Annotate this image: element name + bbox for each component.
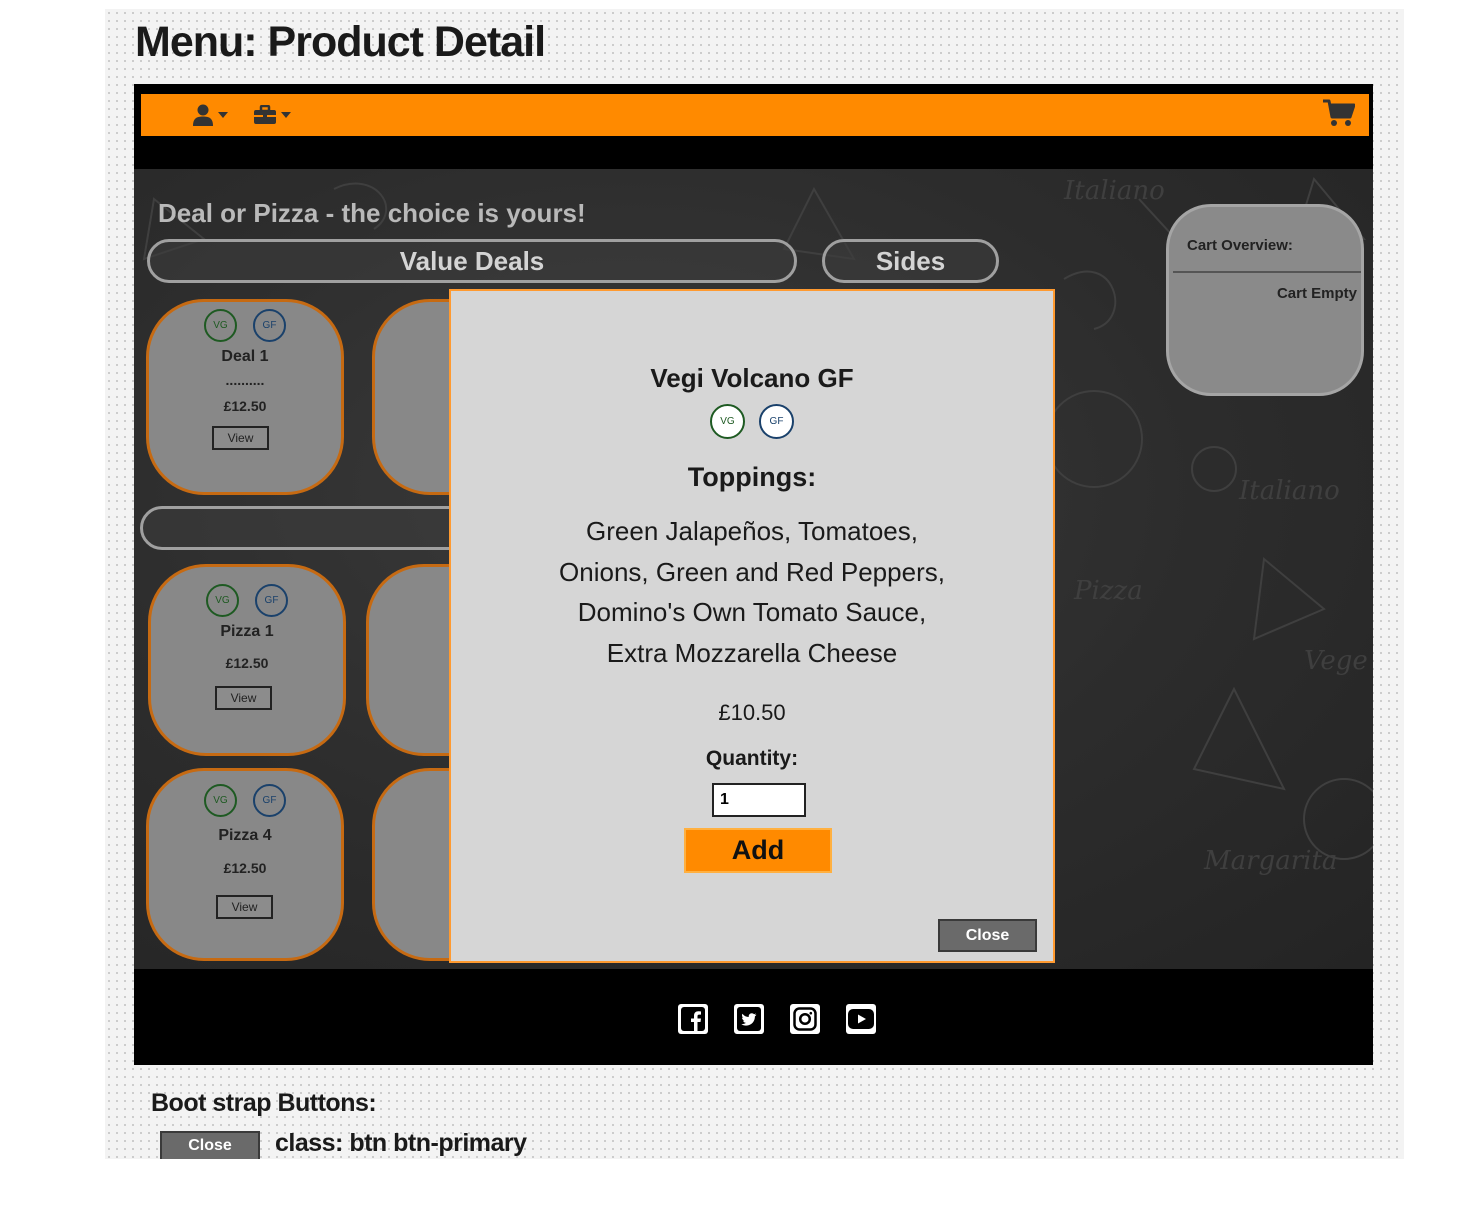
shopping-cart-icon (1323, 99, 1355, 126)
chevron-down-icon (281, 112, 291, 118)
facebook-icon (681, 1007, 705, 1031)
view-button[interactable]: View (215, 686, 272, 710)
cart-overview: Cart Overview: Cart Empty (1166, 204, 1364, 396)
youtube-icon (848, 1009, 874, 1029)
briefcase-icon (254, 105, 276, 124)
twitter-icon (737, 1007, 761, 1031)
gluten-free-badge: GF (759, 404, 794, 439)
instagram-icon (793, 1007, 817, 1031)
gluten-free-badge: GF (255, 584, 288, 617)
card-title: Pizza 4 (218, 827, 272, 844)
badge-group: VG GF (149, 784, 341, 817)
business-menu-toggle[interactable] (254, 103, 291, 127)
view-button[interactable]: View (212, 426, 269, 450)
view-button[interactable]: View (216, 895, 273, 919)
vegetarian-badge: VG (710, 404, 745, 439)
toppings-list: Green Jalapeños, Tomatoes, Onions, Green… (521, 511, 983, 673)
user-menu-toggle[interactable] (193, 103, 228, 127)
divider (1173, 271, 1361, 273)
vegetarian-badge: VG (204, 309, 237, 342)
navbar (141, 94, 1369, 136)
menu-headline: Deal or Pizza - the choice is yours! (158, 198, 586, 228)
svg-text:Italiano: Italiano (1238, 476, 1340, 506)
chevron-down-icon (218, 112, 228, 118)
instagram-link[interactable] (790, 1004, 820, 1034)
card-title: Pizza 1 (220, 623, 274, 640)
badge-group: VG GF (151, 584, 343, 617)
app-frame: Italiano Italiano Pizza Margarita Vege D… (134, 84, 1373, 1065)
product-price: £10.50 (718, 700, 786, 725)
svg-text:Vege: Vege (1304, 646, 1368, 676)
badge-group: VG GF (451, 404, 1053, 439)
product-name: Vegi Volcano GF (650, 363, 854, 393)
youtube-link[interactable] (846, 1004, 876, 1034)
gluten-free-badge: GF (253, 784, 286, 817)
card-description: .......... (225, 372, 265, 388)
tab-sides[interactable]: Sides (822, 239, 999, 283)
product-card[interactable]: VG GF Pizza 4 £12.50 View (146, 768, 344, 961)
cart-status: Cart Empty (1276, 285, 1357, 302)
product-detail-modal: Vegi Volcano GF VG GF Toppings: Green Ja… (449, 289, 1055, 963)
card-price: £12.50 (223, 398, 267, 414)
add-button[interactable]: Add (684, 828, 832, 873)
card-price: £12.50 (225, 655, 269, 671)
button-class-label: class: btn btn-primary (275, 1129, 527, 1157)
vegetarian-badge: VG (206, 584, 239, 617)
tab-value-deals[interactable]: Value Deals (147, 239, 797, 283)
tab-pizzas[interactable] (140, 506, 480, 550)
toppings-line: Onions, Green and Red Peppers, (559, 556, 945, 587)
close-button[interactable]: Close (938, 919, 1037, 952)
toppings-line: Domino's Own Tomato Sauce, (577, 597, 927, 627)
quantity-label: Quantity: (705, 747, 799, 770)
bootstrap-heading: Boot strap Buttons: (151, 1089, 377, 1117)
board-title: Menu: Product Detail (135, 18, 546, 66)
quantity-input[interactable] (712, 783, 806, 817)
gluten-free-badge: GF (253, 309, 286, 342)
svg-text:Pizza: Pizza (1073, 576, 1143, 606)
canvas-edge (105, 1159, 1404, 1189)
cart-button[interactable] (1323, 99, 1355, 126)
svg-text:Italiano: Italiano (1063, 176, 1165, 206)
toppings-line: Extra Mozzarella Cheese (606, 637, 898, 668)
toppings-heading: Toppings: (687, 462, 817, 492)
badge-group: VG GF (149, 309, 341, 342)
product-card[interactable]: VG GF Pizza 1 £12.50 View (148, 564, 346, 756)
vegetarian-badge: VG (204, 784, 237, 817)
facebook-link[interactable] (678, 1004, 708, 1034)
sample-close-button[interactable]: Close (160, 1131, 260, 1161)
cart-title: Cart Overview: (1187, 237, 1293, 254)
toppings-line: Green Jalapeños, Tomatoes, (586, 516, 918, 546)
card-price: £12.50 (223, 860, 267, 876)
svg-text:Margarita: Margarita (1203, 846, 1337, 876)
user-icon (193, 104, 213, 126)
twitter-link[interactable] (734, 1004, 764, 1034)
card-title: Deal 1 (221, 348, 269, 365)
product-card[interactable]: VG GF Deal 1 .......... £12.50 View (146, 299, 344, 495)
